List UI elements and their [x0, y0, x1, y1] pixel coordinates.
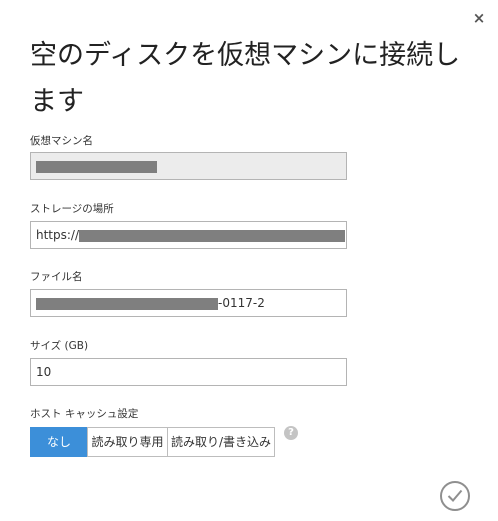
host-cache-label: ホスト キャッシュ設定 — [30, 408, 139, 420]
storage-location-label: ストレージの場所 — [30, 203, 114, 215]
size-field[interactable]: 10 — [30, 358, 347, 386]
size-label: サイズ (GB) — [30, 340, 89, 352]
file-name-field[interactable]: -0117-2 — [30, 289, 347, 317]
file-name-label: ファイル名 — [30, 271, 83, 283]
cache-option-read-write[interactable]: 読み取り/書き込み — [167, 427, 275, 457]
vm-name-field — [30, 152, 347, 180]
checkmark-icon — [447, 489, 463, 502]
cache-option-none[interactable]: なし — [30, 427, 88, 457]
file-name-suffix: -0117-2 — [218, 296, 265, 310]
redacted-text — [79, 229, 346, 242]
close-icon[interactable]: × — [471, 10, 487, 26]
help-icon[interactable]: ? — [284, 426, 298, 440]
storage-location-prefix: https:// — [36, 228, 80, 242]
cache-option-read-only[interactable]: 読み取り専用 — [87, 427, 168, 457]
dialog-title: 空のディスクを仮想マシンに接続します — [30, 40, 461, 117]
storage-location-field[interactable]: https:// — [30, 221, 347, 249]
redacted-text — [36, 297, 218, 310]
vm-name-label: 仮想マシン名 — [30, 135, 93, 147]
host-cache-selector: なし 読み取り専用 読み取り/書き込み — [30, 427, 275, 457]
redacted-text — [36, 160, 157, 173]
confirm-button[interactable] — [440, 481, 470, 511]
